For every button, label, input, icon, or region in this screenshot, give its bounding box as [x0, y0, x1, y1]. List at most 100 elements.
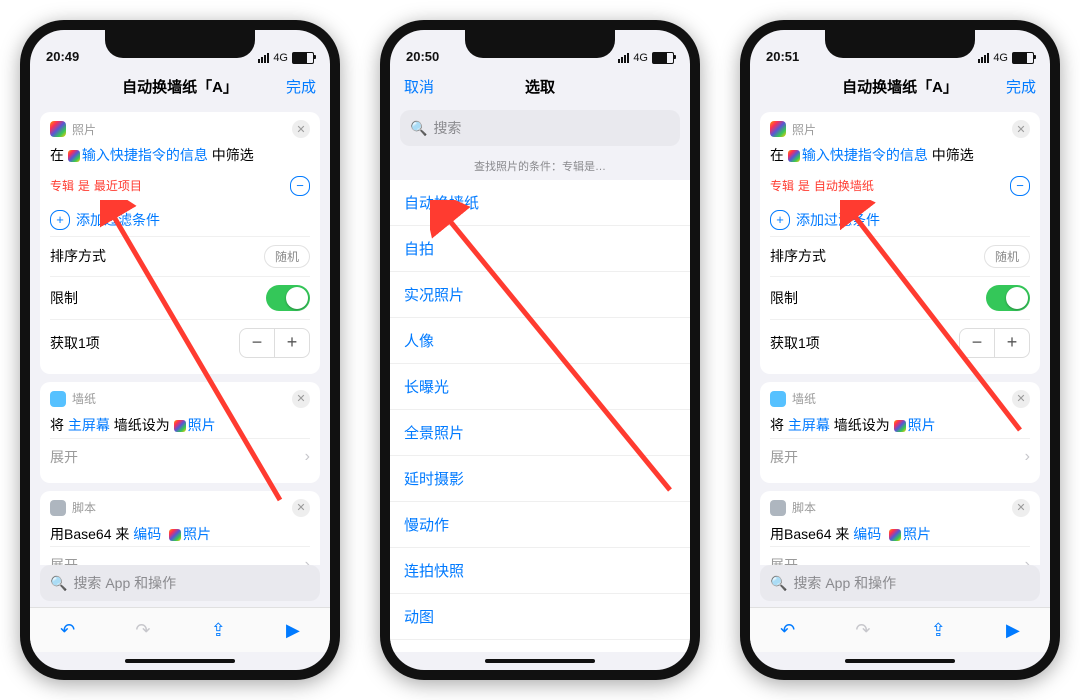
share-button[interactable]: ⇪ — [211, 620, 226, 641]
list-item[interactable]: 连拍快照 — [390, 548, 690, 594]
count-stepper[interactable]: −+ — [959, 328, 1030, 358]
list-item[interactable]: 实况照片 — [390, 272, 690, 318]
encode-token[interactable]: 编码 — [133, 526, 161, 542]
photos-icon — [174, 420, 186, 432]
list-item[interactable]: 延时摄影 — [390, 456, 690, 502]
chevron-right-icon[interactable]: › — [305, 448, 310, 466]
list-item[interactable]: 全景照片 — [390, 410, 690, 456]
photos-filter-card: 照片 ✕ 在 输入快捷指令的信息 中筛选 专辑 是 最近项目 − — [40, 112, 320, 374]
chevron-right-icon[interactable]: › — [305, 556, 310, 565]
photo-token[interactable]: 照片 — [188, 417, 216, 433]
sort-value[interactable]: 随机 — [984, 245, 1030, 268]
play-button[interactable]: ▶ — [286, 620, 300, 641]
plus-icon: + — [770, 210, 790, 230]
photos-icon — [894, 420, 906, 432]
photos-icon — [68, 150, 80, 162]
photo-token[interactable]: 照片 — [903, 526, 931, 542]
redo-button[interactable]: ↷ — [135, 620, 150, 641]
photo-token[interactable]: 照片 — [908, 417, 936, 433]
search-icon: 🔍 — [410, 120, 427, 137]
undo-button[interactable]: ↶ — [60, 620, 75, 641]
home-indicator[interactable] — [750, 652, 1050, 670]
phone-frame: 20:50 4G 取消 选取 🔍 搜索 查找照片的条件：专辑是… 自动换墙纸 自… — [380, 20, 700, 680]
list-item[interactable]: 慢动作 — [390, 502, 690, 548]
close-icon[interactable]: ✕ — [1012, 120, 1030, 138]
screen-token[interactable]: 主屏幕 — [68, 417, 110, 433]
wallpaper-icon — [770, 391, 786, 407]
filter-value[interactable]: 最近项目 — [94, 179, 142, 193]
home-indicator[interactable] — [30, 652, 330, 670]
close-icon[interactable]: ✕ — [292, 120, 310, 138]
photos-filter-card: 照片 ✕ 在 输入快捷指令的信息 中筛选 专辑 是 自动换墙纸 − — [760, 112, 1040, 374]
close-icon[interactable]: ✕ — [1012, 390, 1030, 408]
filter-source-token[interactable]: 输入快捷指令的信息 — [802, 147, 928, 163]
page-title: 选取 — [390, 76, 690, 97]
status-network: 4G — [633, 52, 648, 64]
photos-icon — [788, 150, 800, 162]
stepper-minus[interactable]: − — [960, 329, 995, 357]
footer-actions: ✨选择魔法变量 💬每次均询问 ✖剪贴板 ▦当前日期 — [390, 640, 690, 652]
add-filter-button[interactable]: + 添加过滤条件 — [770, 204, 1030, 236]
notch — [465, 30, 615, 58]
home-indicator[interactable] — [390, 652, 690, 670]
nav-bar: 取消 选取 — [390, 66, 690, 106]
toolbar: ↶ ↷ ⇪ ▶ — [30, 607, 330, 652]
close-icon[interactable]: ✕ — [292, 499, 310, 517]
phone-frame: 20:49 4G 自动换墙纸「A」 完成 照片 ✕ 在 输入快捷指令的信息 — [20, 20, 340, 680]
close-icon[interactable]: ✕ — [1012, 499, 1030, 517]
stepper-minus[interactable]: − — [240, 329, 275, 357]
content-area: 照片 ✕ 在 输入快捷指令的信息 中筛选 专辑 是 最近项目 − — [30, 106, 330, 565]
filter-value[interactable]: 自动换墙纸 — [814, 179, 874, 193]
nav-bar: 自动换墙纸「A」 完成 — [30, 66, 330, 106]
redo-button[interactable]: ↷ — [855, 620, 870, 641]
plus-icon: + — [50, 210, 70, 230]
limit-toggle[interactable] — [986, 285, 1030, 311]
filter-field[interactable]: 专辑 — [50, 179, 74, 193]
signal-icon — [258, 53, 269, 63]
stepper-plus[interactable]: + — [275, 329, 309, 357]
status-network: 4G — [993, 52, 1008, 64]
play-button[interactable]: ▶ — [1006, 620, 1020, 641]
remove-filter-button[interactable]: − — [290, 176, 310, 196]
chevron-right-icon[interactable]: › — [1025, 448, 1030, 466]
count-stepper[interactable]: −+ — [239, 328, 310, 358]
done-button[interactable]: 完成 — [1006, 76, 1036, 97]
signal-icon — [978, 53, 989, 63]
list-item[interactable]: 自动换墙纸 — [390, 180, 690, 226]
filter-op[interactable]: 是 — [78, 179, 90, 193]
list-item[interactable]: 动图 — [390, 594, 690, 640]
sort-value[interactable]: 随机 — [264, 245, 310, 268]
photos-icon — [169, 529, 181, 541]
undo-button[interactable]: ↶ — [780, 620, 795, 641]
list-item[interactable]: 自拍 — [390, 226, 690, 272]
photo-token[interactable]: 照片 — [183, 526, 211, 542]
photos-icon — [50, 121, 66, 137]
add-filter-button[interactable]: + 添加过滤条件 — [50, 204, 310, 236]
list-item[interactable]: 长曝光 — [390, 364, 690, 410]
battery-icon — [652, 52, 674, 64]
filter-field[interactable]: 专辑 — [770, 179, 794, 193]
battery-icon — [292, 52, 314, 64]
search-input[interactable]: 🔍 搜索 App 和操作 — [760, 565, 1040, 601]
filter-source-token[interactable]: 输入快捷指令的信息 — [82, 147, 208, 163]
filter-op[interactable]: 是 — [798, 179, 810, 193]
screen-token[interactable]: 主屏幕 — [788, 417, 830, 433]
list-item[interactable]: 人像 — [390, 318, 690, 364]
remove-filter-button[interactable]: − — [1010, 176, 1030, 196]
album-list: 自动换墙纸 自拍 实况照片 人像 长曝光 全景照片 延时摄影 慢动作 连拍快照 … — [390, 180, 690, 652]
cancel-button[interactable]: 取消 — [404, 76, 434, 97]
done-button[interactable]: 完成 — [286, 76, 316, 97]
search-input[interactable]: 🔍 搜索 — [400, 110, 680, 146]
close-icon[interactable]: ✕ — [292, 390, 310, 408]
notch — [105, 30, 255, 58]
wallpaper-card: 墙纸 ✕ 将 主屏幕 墙纸设为 照片 展开 › — [760, 382, 1040, 483]
limit-toggle[interactable] — [266, 285, 310, 311]
status-time: 20:50 — [406, 49, 439, 64]
search-input[interactable]: 🔍 搜索 App 和操作 — [40, 565, 320, 601]
share-button[interactable]: ⇪ — [931, 620, 946, 641]
stepper-plus[interactable]: + — [995, 329, 1029, 357]
encode-token[interactable]: 编码 — [853, 526, 881, 542]
photos-icon — [770, 121, 786, 137]
status-time: 20:49 — [46, 49, 79, 64]
chevron-right-icon[interactable]: › — [1025, 556, 1030, 565]
